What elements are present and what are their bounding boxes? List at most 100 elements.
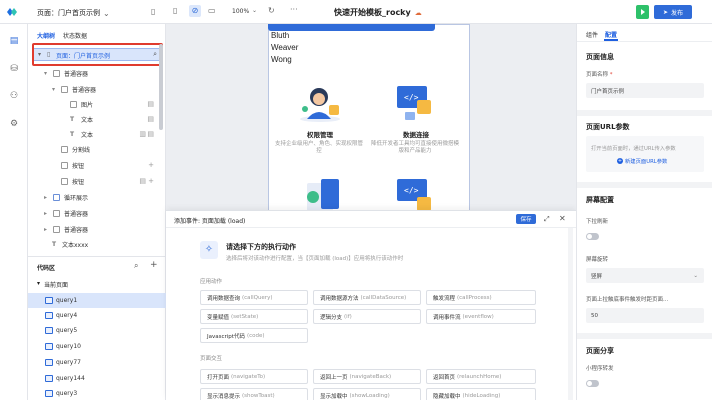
action-option[interactable]: Javascript代码 (code)	[200, 328, 308, 343]
tree-node[interactable]: T 文本 ▤	[28, 111, 166, 127]
name-text[interactable]: Wong	[271, 55, 292, 64]
reach-bottom-input[interactable]: 50	[586, 308, 704, 323]
tree-node[interactable]: 按钮 +	[28, 157, 166, 173]
desktop-view-icon[interactable]: ▭	[208, 6, 216, 15]
query-item[interactable]: query1	[28, 293, 166, 308]
refresh-icon[interactable]: ↻	[268, 6, 275, 15]
tab-divider	[577, 41, 712, 42]
tree-node[interactable]: T 文本 ▥ ▤	[28, 126, 166, 142]
rotate-select[interactable]: 竖屏 ⌄	[586, 268, 704, 283]
query-icon	[45, 375, 53, 382]
tree-node[interactable]: 图片 ▤	[28, 96, 166, 112]
mini-forward-label: 小程序转发	[586, 366, 614, 372]
close-icon[interactable]: ✕	[559, 214, 566, 223]
node-action-icon[interactable]: ▥	[139, 130, 146, 138]
pull-refresh-toggle[interactable]	[586, 233, 599, 240]
query-label: query4	[56, 312, 78, 319]
action-option[interactable]: 调用数据查询 (callQuery)	[200, 290, 308, 305]
query-label: query77	[56, 359, 81, 366]
tree-node[interactable]: ▸ 普通容器	[28, 205, 166, 221]
action-option[interactable]: 隐藏加载中 (hideLoading)	[426, 388, 536, 400]
action-option[interactable]: 变量赋值 (setState)	[200, 309, 308, 324]
page-preview[interactable]: Bluth Weaver Wong </> 权限管理 支持企业级用户、角色、实现…	[268, 24, 470, 214]
node-action-icon[interactable]: ▤	[147, 130, 154, 138]
action-option[interactable]: 触发流程 (callProcess)	[426, 290, 536, 305]
settings-icon[interactable]: ⚙	[8, 119, 20, 131]
add-child-icon[interactable]: +	[148, 177, 154, 185]
preview-top-button[interactable]	[268, 24, 435, 31]
tree-node[interactable]: 按钮 ▤ +	[28, 173, 166, 189]
tab-state-data[interactable]: 状态数据	[63, 31, 87, 40]
outline-scrollbar[interactable]	[159, 44, 163, 130]
tab-config[interactable]: 配置	[605, 30, 617, 39]
tree-node[interactable]: ▸ 普通容器	[28, 221, 166, 237]
action-option-code: (eventflow)	[462, 313, 494, 320]
collapse-caret-icon: ▾	[52, 85, 56, 93]
action-option[interactable]: 逻辑分支 (if)	[313, 309, 421, 324]
mini-forward-toggle[interactable]	[586, 380, 599, 387]
page-name-label-text: 页面名称	[586, 72, 609, 78]
url-param-box: 打开当前页面时，通过URL传入参数 + 新建页面URL参数	[586, 136, 704, 172]
more-icon[interactable]: ···	[290, 5, 298, 14]
current-page-label: 当前页面	[44, 282, 69, 289]
query-item[interactable]: query5	[28, 323, 166, 338]
action-option[interactable]: 调用数据源方法 (callDataSource)	[313, 290, 421, 305]
search-icon[interactable]: ⌕	[134, 261, 138, 271]
section-url-params: 页面URL参数	[586, 123, 630, 131]
tree-node[interactable]: ▸ 循环展示	[28, 189, 166, 205]
zoom-level[interactable]: 100%	[232, 8, 249, 15]
tree-node[interactable]: ▾ 普通容器	[28, 81, 166, 97]
new-url-param-button[interactable]: + 新建页面URL参数	[617, 157, 667, 165]
query-icon	[45, 297, 53, 304]
new-url-param-label: 新建页面URL参数	[625, 159, 668, 165]
url-param-hint: 打开当前页面时，通过URL传入参数	[591, 146, 676, 152]
node-action-icon[interactable]: ▤	[147, 100, 154, 108]
query-item[interactable]: query3	[28, 386, 166, 400]
page-name-input[interactable]: 门户首页示例	[586, 83, 704, 98]
tree-node[interactable]: ▾ 普通容器	[28, 65, 166, 81]
tree-node-label: 按钮	[72, 162, 85, 170]
drawer-scrollbar[interactable]	[568, 228, 573, 400]
users-icon[interactable]: ⚇	[8, 91, 20, 103]
name-text[interactable]: Weaver	[271, 43, 298, 52]
action-option[interactable]: 调用事件流 (eventflow)	[426, 309, 536, 324]
node-action-icon[interactable]: ▤	[147, 115, 154, 123]
data-connection-illustration-icon: </>	[395, 82, 435, 122]
action-option-code: (callDataSource)	[360, 294, 407, 301]
action-option[interactable]: 显示加载中 (showLoading)	[313, 388, 421, 400]
tree-node-label: 文本	[81, 131, 94, 139]
current-page-group[interactable]: ▾ 当前页面	[37, 280, 68, 289]
query-item[interactable]: query10	[28, 339, 166, 354]
name-text[interactable]: Bluth	[271, 31, 289, 40]
tab-component[interactable]: 组件	[586, 30, 598, 39]
new-page-icon[interactable]: ▯	[151, 7, 155, 16]
tree-node-label: 文本xxxx	[62, 241, 89, 249]
action-option[interactable]: 返回上一页 (navigateBack)	[313, 369, 421, 384]
svg-text:</>: </>	[404, 186, 419, 195]
tree-node[interactable]: T 文本xxxx	[28, 236, 166, 252]
outline-icon[interactable]: ▤	[8, 36, 20, 48]
add-icon[interactable]: +	[150, 260, 158, 270]
container-icon	[61, 85, 68, 93]
action-option-label: 显示加载中	[320, 393, 348, 400]
page-selector[interactable]: 页面：门户首页示例 ⌄	[37, 8, 110, 18]
database-icon[interactable]: ⛁	[8, 64, 20, 76]
tree-node[interactable]: 分割线	[28, 141, 166, 157]
add-child-icon[interactable]: +	[148, 161, 154, 169]
zoom-chevron-icon[interactable]: ⌄	[252, 7, 257, 14]
image-icon	[70, 100, 77, 108]
query-item[interactable]: query144	[28, 371, 166, 386]
tab-outline[interactable]: 大纲树	[37, 31, 55, 40]
publish-button[interactable]: ➤ 发布	[654, 5, 692, 19]
save-button[interactable]: 保存	[516, 214, 536, 224]
action-option[interactable]: 返回首页 (relaunchHome)	[426, 369, 536, 384]
expand-icon[interactable]: ⤢	[544, 215, 550, 224]
mobile-view-icon[interactable]: ▯	[173, 6, 177, 15]
action-option[interactable]: 显示消息提示 (showToast)	[200, 388, 308, 400]
adaptive-view-icon[interactable]: ⊘	[189, 5, 201, 17]
node-action-icon[interactable]: ▤	[139, 177, 146, 185]
query-item[interactable]: query4	[28, 308, 166, 323]
query-item[interactable]: query77	[28, 355, 166, 370]
preview-run-button[interactable]	[636, 5, 649, 19]
action-option[interactable]: 打开页面 (navigateTo)	[200, 369, 308, 384]
